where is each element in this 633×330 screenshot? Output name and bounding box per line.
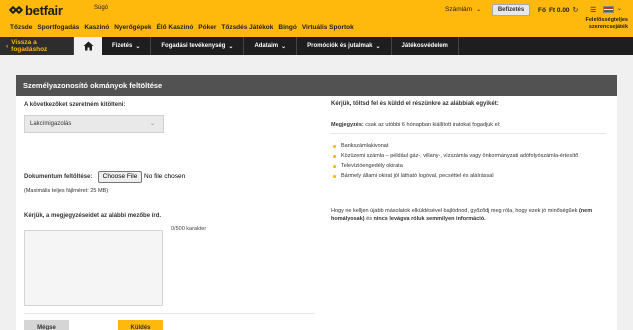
note-label: Megjegyzés: bbox=[331, 122, 364, 128]
language-flag-icon[interactable] bbox=[603, 6, 614, 13]
help-link[interactable]: Súgó bbox=[94, 5, 108, 11]
back-to-betting-link[interactable]: ‹ Vissza a fogadáshoz bbox=[0, 37, 74, 55]
max-size-hint: (Maximális teljes fájlméret: 25 MB) bbox=[24, 188, 109, 194]
cancel-button[interactable]: Mégse bbox=[24, 320, 69, 330]
character-counter: 0/500 karakter bbox=[171, 226, 207, 232]
nav-poker[interactable]: Póker bbox=[198, 24, 216, 31]
tab-payments[interactable]: Fizetés ⌄ bbox=[102, 37, 152, 55]
select-label: A következőket szeretném kitölteni: bbox=[24, 102, 126, 108]
comment-label: Kérjük, a megjegyzéseidet az alábbi mező… bbox=[24, 213, 162, 219]
list-item: Közüzemi számla – például gáz-, villany-… bbox=[331, 151, 611, 161]
chevron-left-icon: ‹ bbox=[6, 42, 9, 50]
deposit-button[interactable]: Befizetés bbox=[492, 4, 530, 16]
list-item: Televízióengedély okirata bbox=[331, 161, 611, 171]
home-icon bbox=[83, 41, 93, 51]
chevron-down-icon: ⌄ bbox=[228, 43, 234, 50]
instructions-title: Kérjük, töltsd fel és küldd el részünkre… bbox=[331, 101, 499, 107]
select-value: Lakcímigazolás bbox=[30, 121, 72, 127]
betfair-logo[interactable]: betfair bbox=[8, 3, 63, 18]
main-nav: Tőzsde Sportfogadás Kaszinó Nyerőgépek É… bbox=[10, 24, 354, 31]
list-item: Bankszámlakivonat bbox=[331, 141, 611, 151]
list-item: Bármely állami okirat jól látható logóva… bbox=[331, 171, 611, 181]
chevron-down-icon: ⌄ bbox=[135, 43, 141, 50]
nav-sportsbook[interactable]: Sportfogadás bbox=[37, 24, 79, 31]
nav-exchange-games[interactable]: Tőzsdés Játékok bbox=[221, 24, 273, 31]
nav-slots[interactable]: Nyerőgépek bbox=[114, 24, 151, 31]
balance-prefix: Fő bbox=[538, 6, 546, 14]
upload-label: Dokumentum feltöltése: bbox=[24, 174, 93, 180]
account-menu[interactable]: Számlám ⌄ bbox=[445, 6, 481, 13]
nav-bingo[interactable]: Bingó bbox=[278, 24, 296, 31]
home-tab[interactable] bbox=[74, 37, 102, 55]
comment-textarea[interactable] bbox=[24, 230, 163, 306]
balance-value: Ft 0.00 bbox=[548, 6, 570, 14]
chevron-down-icon: ⌄ bbox=[149, 121, 155, 127]
account-label: Számlám bbox=[445, 6, 473, 13]
tab-my-details[interactable]: Adataim ⌄ bbox=[244, 37, 298, 55]
chevron-down-icon: ⌄ bbox=[476, 7, 482, 13]
nav-virtual-sports[interactable]: Virtuális Sportok bbox=[302, 24, 354, 31]
responsible-gambling-link[interactable]: Felelősségteljes szerencsejáték bbox=[586, 17, 629, 31]
chevron-down-icon: ⌄ bbox=[281, 43, 287, 50]
brand-name: betfair bbox=[25, 3, 63, 18]
menu-icon[interactable]: ☰ bbox=[590, 6, 596, 14]
divider bbox=[24, 313, 314, 314]
choose-file-button[interactable]: Choose File bbox=[98, 171, 142, 183]
refresh-icon[interactable]: ↻ bbox=[573, 6, 579, 14]
file-status: No file chosen bbox=[144, 173, 186, 180]
note: Megjegyzés: csak az utóbbi 6 hónapban ki… bbox=[331, 122, 500, 128]
panel-title: Személyazonosító okmányok feltöltése bbox=[16, 75, 617, 96]
tab-betting-activity[interactable]: Fogadási tevékenység ⌄ bbox=[151, 37, 245, 55]
nav-live-casino[interactable]: Élő Kaszinó bbox=[156, 24, 193, 31]
account-subnav: ‹ Vissza a fogadáshoz Fizetés ⌄ Fogadási … bbox=[0, 37, 633, 55]
document-type-select[interactable]: Lakcímigazolás ⌄ bbox=[24, 115, 164, 133]
tab-promotions[interactable]: Promóciók és jutalmak ⌄ bbox=[297, 37, 392, 55]
tab-player-protection[interactable]: Játékosvédelem bbox=[392, 37, 459, 55]
back-label: Vissza a fogadáshoz bbox=[11, 39, 48, 53]
top-header: betfair Súgó Számlám ⌄ Befizetés Fő Ft 0… bbox=[0, 0, 633, 37]
send-button[interactable]: Küldés bbox=[118, 320, 163, 330]
divider bbox=[331, 133, 606, 134]
nav-casino[interactable]: Kaszinó bbox=[84, 24, 109, 31]
quality-note: Hogy ne kelljen újabb másolatok elküldés… bbox=[331, 208, 593, 222]
note-text: csak az utóbbi 6 hónapban kiállított ira… bbox=[363, 122, 501, 128]
language-chevron-icon[interactable]: ⌄ bbox=[617, 5, 622, 12]
document-upload-panel: Személyazonosító okmányok feltöltése A k… bbox=[16, 75, 617, 330]
betfair-logo-icon bbox=[8, 5, 24, 17]
accepted-documents-list: Bankszámlakivonat Közüzemi számla – péld… bbox=[331, 141, 611, 181]
chevron-down-icon: ⌄ bbox=[375, 43, 381, 50]
balance-display[interactable]: Fő Ft 0.00 ↻ bbox=[538, 6, 579, 15]
nav-exchange[interactable]: Tőzsde bbox=[10, 24, 32, 31]
